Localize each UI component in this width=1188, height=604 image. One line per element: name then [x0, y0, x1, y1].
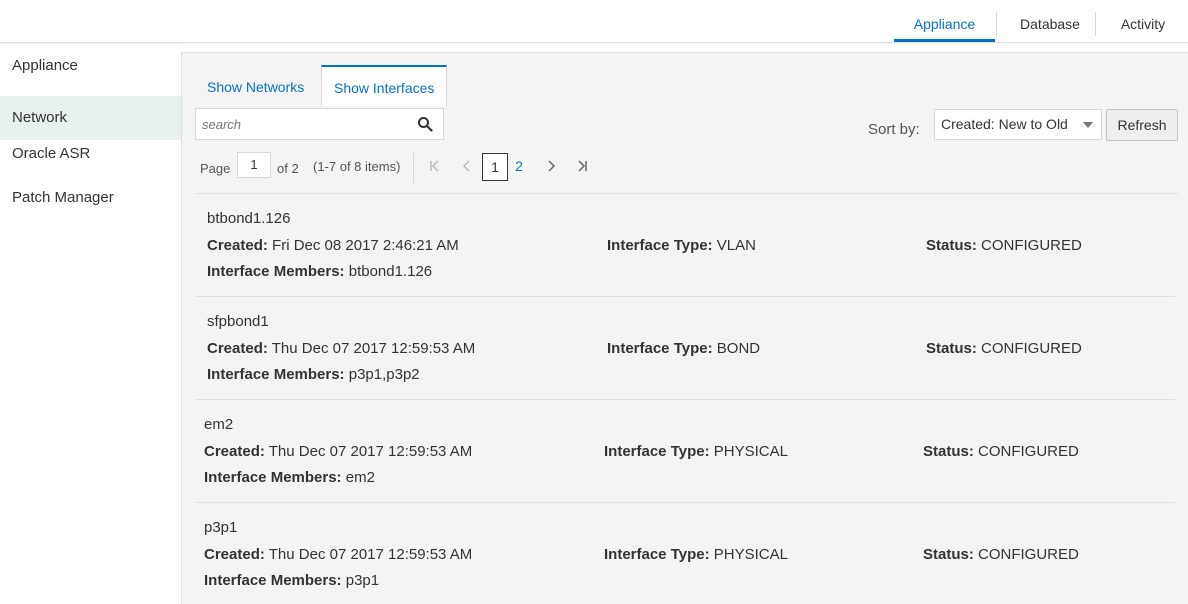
sidebar-item-oracle-asr[interactable]: Oracle ASR — [0, 132, 181, 176]
interface-type-label: Interface Type: — [604, 546, 710, 563]
interface-type-value: PHYSICAL — [713, 443, 788, 460]
topnav-divider — [1095, 12, 1096, 36]
interface-name: em2 — [204, 416, 234, 433]
pager-divider — [413, 153, 414, 183]
status-field: Status: CONFIGURED — [926, 340, 1082, 357]
topnav-tab-database[interactable]: Database — [1005, 0, 1095, 42]
interface-type-value: PHYSICAL — [713, 546, 788, 563]
first-page-icon[interactable] — [429, 160, 441, 172]
interface-name: btbond1.126 — [207, 210, 291, 227]
last-page-icon[interactable] — [576, 160, 588, 172]
page-2-button[interactable]: 2 — [506, 153, 532, 181]
members-label: Interface Members: — [207, 366, 345, 383]
interface-name: p3p1 — [204, 519, 238, 536]
members-value: p3p1 — [345, 572, 380, 589]
status-field: Status: CONFIGURED — [926, 237, 1082, 254]
status-value: CONFIGURED — [978, 546, 1079, 563]
interface-type-field: Interface Type: BOND — [607, 340, 760, 357]
interface-name: sfpbond1 — [207, 313, 269, 330]
created-value: Thu Dec 07 2017 12:59:53 AM — [268, 443, 473, 460]
members-label: Interface Members: — [204, 469, 342, 486]
created-field: Created: Thu Dec 07 2017 12:59:53 AM — [204, 443, 472, 460]
members-value: em2 — [345, 469, 375, 486]
created-value: Fri Dec 08 2017 2:46:21 AM — [272, 237, 459, 254]
created-value: Thu Dec 07 2017 12:59:53 AM — [271, 340, 476, 357]
members-value: p3p1,p3p2 — [348, 366, 420, 383]
top-navigation: Appliance Database Activity — [0, 0, 1188, 43]
members-field: Interface Members: em2 — [204, 469, 375, 486]
status-value: CONFIGURED — [981, 340, 1082, 357]
pager-items-info: (1-7 of 8 items) — [313, 159, 401, 174]
status-value: CONFIGURED — [978, 443, 1079, 460]
previous-page-icon[interactable] — [461, 160, 473, 172]
created-value: Thu Dec 07 2017 12:59:53 AM — [268, 546, 473, 563]
members-field: Interface Members: p3p1 — [204, 572, 379, 589]
interface-type-field: Interface Type: VLAN — [607, 237, 756, 254]
search-box — [195, 108, 444, 140]
members-label: Interface Members: — [204, 572, 342, 589]
status-label: Status: — [923, 443, 974, 460]
status-field: Status: CONFIGURED — [923, 546, 1079, 563]
pager-of-label: of 2 — [277, 161, 299, 176]
search-input[interactable] — [196, 109, 406, 139]
created-label: Created: — [207, 340, 268, 357]
chevron-down-icon — [1083, 122, 1093, 128]
status-label: Status: — [926, 340, 977, 357]
members-value: btbond1.126 — [348, 263, 433, 280]
next-page-icon[interactable] — [545, 160, 557, 172]
interface-type-value: BOND — [716, 340, 761, 357]
sidebar-item-patch-manager[interactable]: Patch Manager — [0, 176, 181, 220]
created-label: Created: — [207, 237, 268, 254]
list-item[interactable]: em2 Created: Thu Dec 07 2017 12:59:53 AM… — [195, 400, 1175, 503]
topnav-tab-activity[interactable]: Activity — [1104, 0, 1182, 42]
created-field: Created: Thu Dec 07 2017 12:59:53 AM — [204, 546, 472, 563]
sidebar: Appliance Network Oracle ASR Patch Manag… — [0, 44, 181, 604]
interface-type-label: Interface Type: — [604, 443, 710, 460]
status-field: Status: CONFIGURED — [923, 443, 1079, 460]
interface-type-field: Interface Type: PHYSICAL — [604, 443, 788, 460]
tab-show-networks[interactable]: Show Networks — [195, 65, 316, 105]
tab-show-interfaces[interactable]: Show Interfaces — [321, 65, 448, 106]
interface-type-value: VLAN — [716, 237, 756, 254]
created-field: Created: Fri Dec 08 2017 2:46:21 AM — [207, 237, 459, 254]
created-label: Created: — [204, 546, 265, 563]
list-item[interactable]: btbond1.126 Created: Fri Dec 08 2017 2:4… — [195, 194, 1175, 297]
sort-select[interactable]: Created: New to Old — [934, 109, 1102, 140]
search-icon[interactable] — [417, 116, 433, 132]
status-label: Status: — [926, 237, 977, 254]
page-number-input[interactable]: 1 — [237, 152, 271, 178]
members-field: Interface Members: p3p1,p3p2 — [207, 366, 420, 383]
page-1-button[interactable]: 1 — [482, 153, 508, 181]
main-panel: Show Networks Show Interfaces Sort by: C… — [181, 52, 1188, 604]
refresh-button[interactable]: Refresh — [1106, 109, 1178, 141]
created-field: Created: Thu Dec 07 2017 12:59:53 AM — [207, 340, 475, 357]
list-item[interactable]: p3p1 Created: Thu Dec 07 2017 12:59:53 A… — [195, 503, 1175, 604]
members-field: Interface Members: btbond1.126 — [207, 263, 432, 280]
interface-type-field: Interface Type: PHYSICAL — [604, 546, 788, 563]
sort-selected-value: Created: New to Old — [941, 116, 1068, 132]
members-label: Interface Members: — [207, 263, 345, 280]
sidebar-item-appliance[interactable]: Appliance — [0, 44, 181, 88]
interface-type-label: Interface Type: — [607, 237, 713, 254]
interface-type-label: Interface Type: — [607, 340, 713, 357]
created-label: Created: — [204, 443, 265, 460]
list-item[interactable]: sfpbond1 Created: Thu Dec 07 2017 12:59:… — [195, 297, 1175, 400]
topnav-tab-appliance[interactable]: Appliance — [894, 0, 995, 42]
status-value: CONFIGURED — [981, 237, 1082, 254]
pager-page-label: Page — [200, 161, 231, 176]
topnav-divider — [996, 12, 997, 36]
status-label: Status: — [923, 546, 974, 563]
sort-by-label: Sort by: — [868, 121, 920, 138]
